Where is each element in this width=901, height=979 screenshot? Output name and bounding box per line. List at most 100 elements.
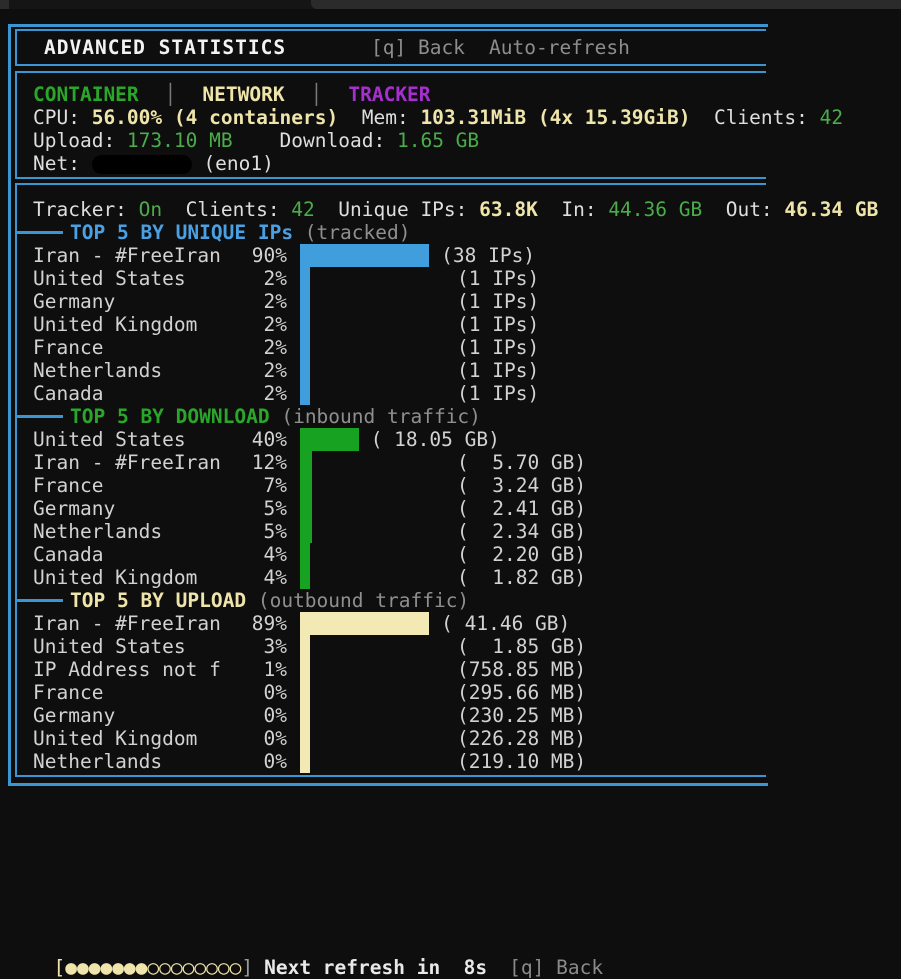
chart-row: Canada2%(1 IPs) bbox=[33, 382, 766, 405]
cpu-stat-segment: 56.00% (4 containers) bbox=[92, 106, 339, 129]
transfer-stat-segment: 173.10 MB bbox=[127, 129, 233, 152]
tab-tracker[interactable]: TRACKER bbox=[348, 83, 430, 106]
cpu-stat-segment: CPU: bbox=[33, 106, 92, 129]
chart-row-country: United Kingdom bbox=[33, 566, 232, 589]
chart-row: Iran - #FreeIran89%( 41.46 GB) bbox=[33, 612, 766, 635]
chart-title: TOP 5 BY UPLOAD bbox=[70, 589, 246, 612]
chart-row: Canada4%( 2.20 GB) bbox=[33, 543, 766, 566]
terminal-tab-bar bbox=[0, 0, 901, 9]
chart-row-country: United States bbox=[33, 635, 232, 658]
net-stat-segment: Net: bbox=[33, 152, 92, 175]
chart-row-bar bbox=[300, 313, 310, 336]
chart-row: United Kingdom2%(1 IPs) bbox=[33, 313, 766, 336]
title-panel: ADVANCED STATISTICS [q] Back Auto-refres… bbox=[15, 29, 766, 66]
chart-row-percent: 0% bbox=[232, 681, 287, 704]
back-key-hint[interactable]: [q] Back bbox=[371, 31, 465, 64]
chart-row-bar bbox=[300, 750, 310, 773]
chart-row-bar bbox=[300, 244, 429, 267]
chart-row-country: IP Address not f bbox=[33, 658, 232, 681]
chart-row-bar bbox=[300, 336, 310, 359]
chart-section-header: TOP 5 BY UPLOAD (outbound traffic) bbox=[33, 589, 766, 612]
chart-row-value: (1 IPs) bbox=[457, 313, 539, 336]
chart-row-bar bbox=[300, 451, 312, 474]
chart-row-value: ( 5.70 GB) bbox=[457, 451, 586, 474]
chart-subtitle: (tracked) bbox=[293, 221, 410, 244]
section-branch-line bbox=[15, 231, 63, 234]
chart-row-bar bbox=[300, 681, 310, 704]
chart-row-country: United Kingdom bbox=[33, 727, 232, 750]
chart-row-percent: 89% bbox=[232, 612, 287, 635]
chart-row-value: ( 18.05 GB) bbox=[371, 428, 500, 451]
chart-row-bar bbox=[300, 727, 310, 750]
chart-row-bar-cell: ( 1.82 GB) bbox=[300, 566, 766, 589]
chart-row-bar bbox=[300, 612, 429, 635]
chart-row-percent: 2% bbox=[232, 290, 287, 313]
chart-row: Netherlands5%( 2.34 GB) bbox=[33, 520, 766, 543]
chart-row-bar-cell: (758.85 MB) bbox=[300, 658, 766, 681]
chart-row-value: (1 IPs) bbox=[457, 267, 539, 290]
chart-row-country: Germany bbox=[33, 704, 232, 727]
chart-row: Netherlands2% (1 IPs) bbox=[33, 359, 766, 382]
cpu-stat-segment: 103.31MiB (4x 15.39GiB) bbox=[420, 106, 690, 129]
tab-network[interactable]: NETWORK bbox=[202, 83, 284, 106]
auto-refresh-toggle[interactable]: Auto-refresh bbox=[489, 31, 630, 64]
transfer-stat-segment: 1.65 GB bbox=[397, 129, 479, 152]
tracker-stat-segment: 46.34 GB bbox=[784, 198, 878, 221]
chart-row-bar bbox=[300, 704, 310, 727]
chart-row-percent: 2% bbox=[232, 267, 287, 290]
tab-bar-inactive-area bbox=[311, 0, 901, 9]
cpu-stat-segment: 42 bbox=[820, 106, 843, 129]
chart-row-percent: 90% bbox=[232, 244, 287, 267]
tracker-stat-segment: 63.8K bbox=[479, 198, 538, 221]
chart-row: France7% ( 3.24 GB) bbox=[33, 474, 766, 497]
chart-row-bar-cell: (295.66 MB) bbox=[300, 681, 766, 704]
chart-row-value: (38 IPs) bbox=[441, 244, 535, 267]
tab-container[interactable]: CONTAINER bbox=[33, 83, 139, 106]
chart-row-bar-cell: ( 3.24 GB) bbox=[300, 474, 766, 497]
chart-row-value: (1 IPs) bbox=[457, 359, 539, 382]
chart-row-bar bbox=[300, 428, 359, 451]
back-key-hint-footer[interactable]: [q] Back bbox=[509, 956, 603, 979]
chart-row-bar bbox=[300, 635, 310, 658]
chart-row-percent: 2% bbox=[232, 313, 287, 336]
chart-row-percent: 7% bbox=[232, 474, 287, 497]
chart-row-country: Germany bbox=[33, 497, 232, 520]
chart-row-percent: 12% bbox=[232, 451, 287, 474]
chart-row: United States2%(1 IPs) bbox=[33, 267, 766, 290]
net-interface-line: Net: (eno1) bbox=[33, 152, 766, 175]
tracker-stat-segment: In: bbox=[538, 198, 608, 221]
tracker-stat-segment: 44.36 GB bbox=[608, 198, 702, 221]
progress-bracket-open: [ bbox=[53, 956, 65, 979]
page-title: ADVANCED STATISTICS bbox=[44, 36, 286, 59]
chart-subtitle: (inbound traffic) bbox=[270, 405, 481, 428]
chart-row-country: Netherlands bbox=[33, 359, 232, 382]
chart-row-country: Germany bbox=[33, 290, 232, 313]
tracker-stat-segment: Tracker: bbox=[33, 198, 139, 221]
chart-row-percent: 4% bbox=[232, 566, 287, 589]
chart-row-bar bbox=[300, 497, 312, 520]
chart-row-country: France bbox=[33, 474, 232, 497]
cpu-stat-segment: Clients: bbox=[690, 106, 819, 129]
chart-row-bar-cell: (1 IPs) bbox=[300, 382, 766, 405]
chart-row-percent: 2% bbox=[232, 359, 287, 382]
tracker-stat-segment: 42 bbox=[291, 198, 314, 221]
chart-row-bar bbox=[300, 290, 310, 313]
chart-row: Germany2%(1 IPs) bbox=[33, 290, 766, 313]
tracker-stat-segment: Out: bbox=[702, 198, 784, 221]
chart-row-percent: 40% bbox=[232, 428, 287, 451]
chart-row-country: Canada bbox=[33, 382, 232, 405]
tracker-summary-line: Tracker: On Clients: 42 Unique IPs: 63.8… bbox=[33, 198, 766, 221]
chart-row-value: (1 IPs) bbox=[457, 382, 539, 405]
chart-row-value: (1 IPs) bbox=[457, 336, 539, 359]
chart-row-value: ( 2.41 GB) bbox=[457, 497, 586, 520]
chart-row-percent: 0% bbox=[232, 750, 287, 773]
chart-row-country: Iran - #FreeIran bbox=[33, 451, 232, 474]
chart-row-value: ( 41.46 GB) bbox=[441, 612, 570, 635]
network-summary-panel: CONTAINER│NETWORK│TRACKER CPU: 56.00% (4… bbox=[15, 71, 766, 179]
chart-row: Germany5%( 2.41 GB) bbox=[33, 497, 766, 520]
tracker-stat-segment: On bbox=[139, 198, 162, 221]
chart-row-value: ( 1.85 GB) bbox=[457, 635, 586, 658]
chart-section-header: TOP 5 BY DOWNLOAD (inbound traffic) bbox=[33, 405, 766, 428]
chart-row-bar-cell: (1 IPs) bbox=[300, 267, 766, 290]
chart-row-bar-cell: ( 2.20 GB) bbox=[300, 543, 766, 566]
